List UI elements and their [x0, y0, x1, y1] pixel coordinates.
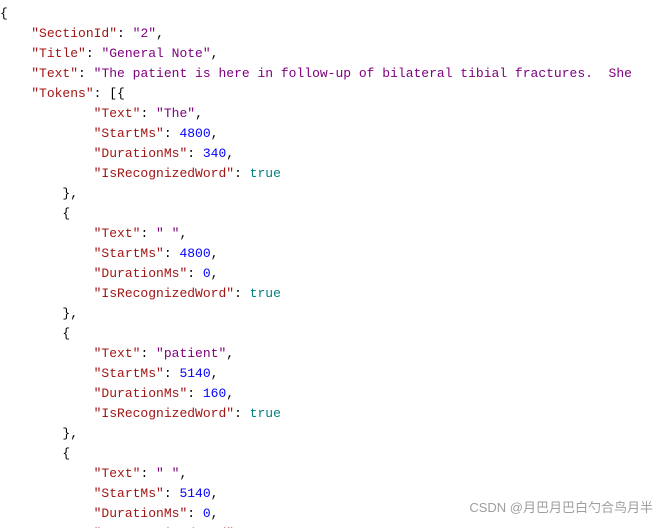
val-tok2-text: "patient"	[156, 346, 226, 361]
key-tok0-start: "StartMs"	[94, 126, 164, 141]
key-title: "Title"	[31, 46, 86, 61]
json-code-block: { "SectionId": "2", "Title": "General No…	[0, 0, 671, 528]
key-tok0-text: "Text"	[94, 106, 141, 121]
key-text: "Text"	[31, 66, 78, 81]
val-title: "General Note"	[101, 46, 210, 61]
val-tok1-start: 4800	[179, 246, 210, 261]
val-tok0-dur: 340	[203, 146, 226, 161]
key-tok2-text: "Text"	[94, 346, 141, 361]
val-tok3-dur: 0	[203, 506, 211, 521]
val-text: "The patient is here in follow-up of bil…	[94, 66, 632, 81]
key-tok3-text: "Text"	[94, 466, 141, 481]
watermark-text: CSDN @月巴月巴白勺合鸟月半	[469, 498, 653, 518]
val-sectionid: "2"	[133, 26, 156, 41]
val-tok0-text: "The"	[156, 106, 195, 121]
val-tok2-dur: 160	[203, 386, 226, 401]
val-tok2-rec: true	[250, 406, 281, 421]
key-sectionid: "SectionId"	[31, 26, 117, 41]
key-tok0-rec: "IsRecognizedWord"	[94, 166, 234, 181]
val-tok0-rec: true	[250, 166, 281, 181]
key-tok3-dur: "DurationMs"	[94, 506, 188, 521]
key-tok2-start: "StartMs"	[94, 366, 164, 381]
val-tok3-start: 5140	[179, 486, 210, 501]
key-tok2-dur: "DurationMs"	[94, 386, 188, 401]
val-tok1-rec: true	[250, 286, 281, 301]
val-tok0-start: 4800	[179, 126, 210, 141]
key-tok1-rec: "IsRecognizedWord"	[94, 286, 234, 301]
key-tok0-dur: "DurationMs"	[94, 146, 188, 161]
val-tok1-text: " "	[156, 226, 179, 241]
key-tok3-start: "StartMs"	[94, 486, 164, 501]
val-tok2-start: 5140	[179, 366, 210, 381]
val-tok1-dur: 0	[203, 266, 211, 281]
key-tok2-rec: "IsRecognizedWord"	[94, 406, 234, 421]
key-tok1-text: "Text"	[94, 226, 141, 241]
key-tokens: "Tokens"	[31, 86, 93, 101]
key-tok1-start: "StartMs"	[94, 246, 164, 261]
val-tok3-text: " "	[156, 466, 179, 481]
key-tok1-dur: "DurationMs"	[94, 266, 188, 281]
